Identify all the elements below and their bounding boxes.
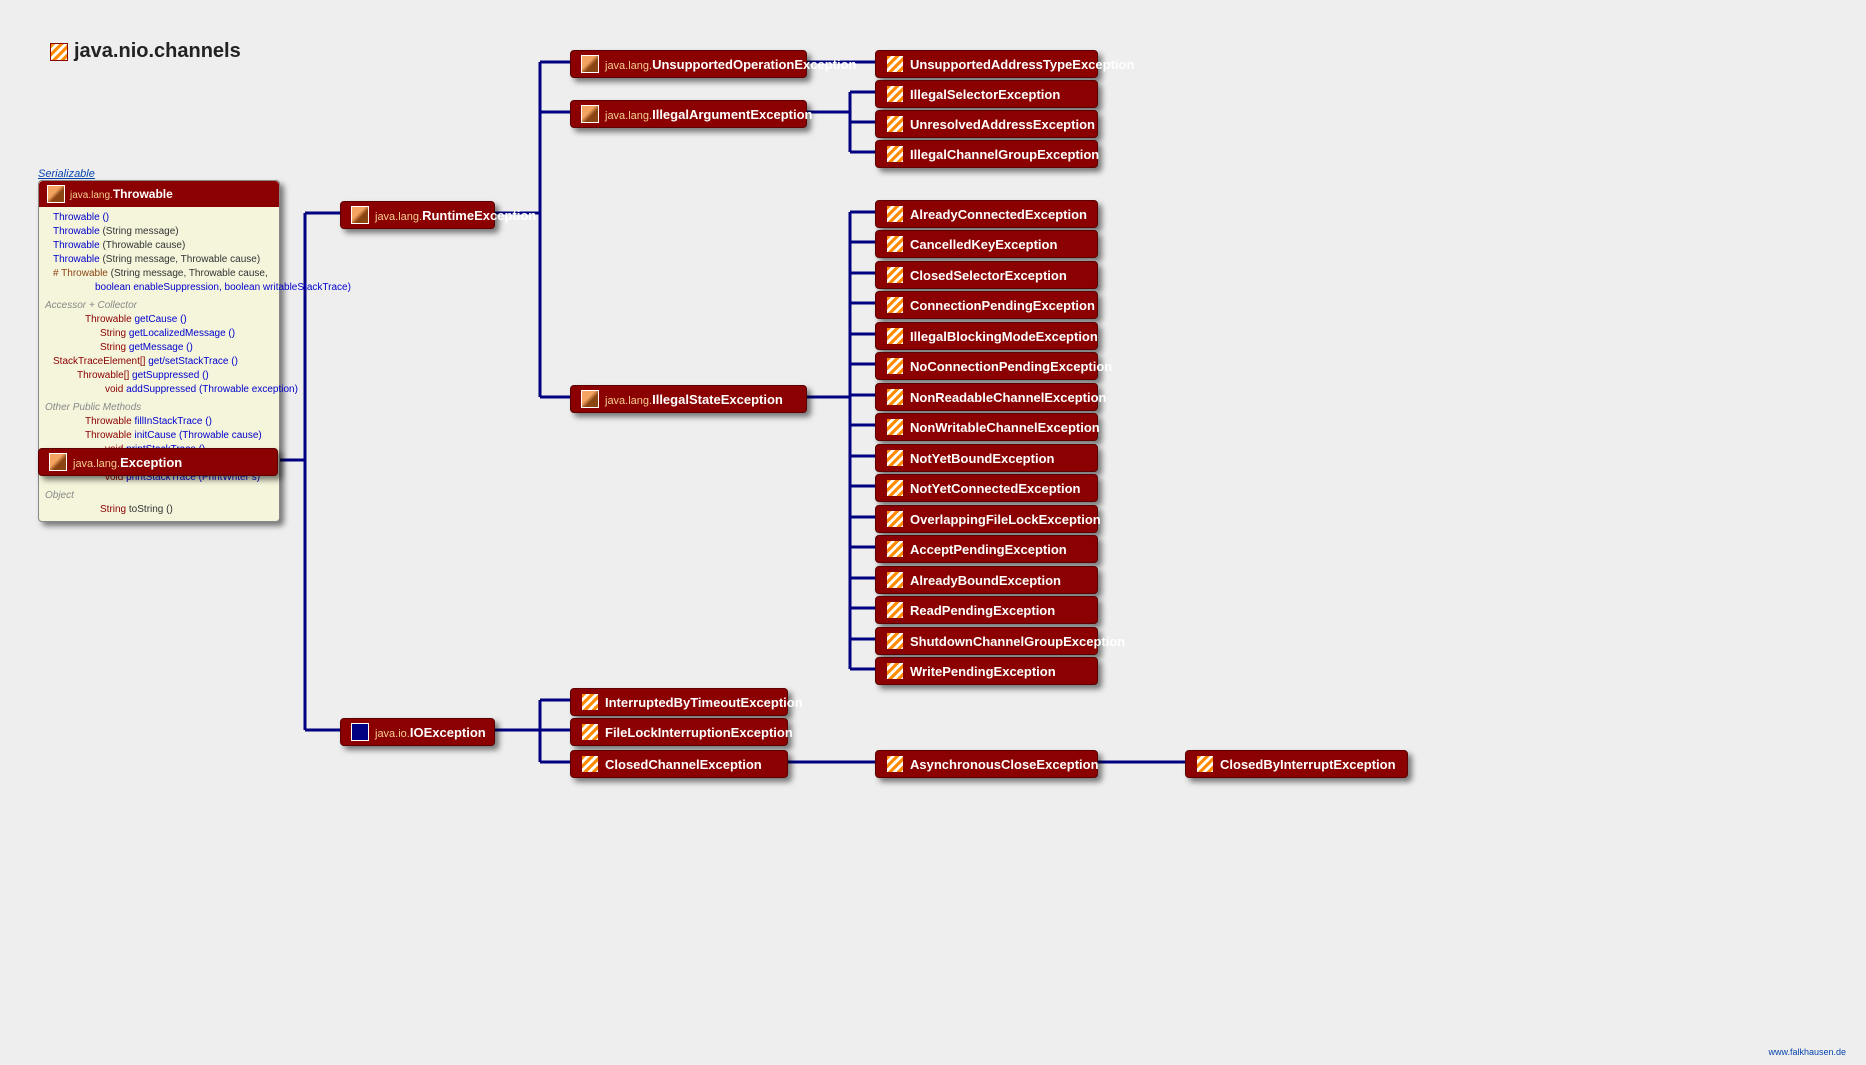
exception-node[interactable]: java.lang.Exception: [38, 448, 278, 476]
closed-channel-exception-node[interactable]: ClosedChannelException: [570, 750, 788, 778]
non-readable-channel-exception-node[interactable]: NonReadableChannelException: [875, 383, 1098, 411]
nio-class-icon: [886, 145, 904, 163]
read-pending-exception-node[interactable]: ReadPendingException: [875, 596, 1098, 624]
unsupported-address-type-exception-node[interactable]: UnsupportedAddressTypeException: [875, 50, 1098, 78]
unsupported-operation-exception-node[interactable]: java.lang.UnsupportedOperationException: [570, 50, 807, 78]
nio-class-icon: [886, 296, 904, 314]
nio-class-icon: [886, 418, 904, 436]
nio-class-icon: [886, 755, 904, 773]
throwable-header: java.lang.Throwable: [39, 181, 279, 207]
connection-pending-exception-node[interactable]: ConnectionPendingException: [875, 291, 1098, 319]
overlapping-file-lock-exception-node[interactable]: OverlappingFileLockException: [875, 505, 1098, 533]
nio-class-icon: [886, 115, 904, 133]
nio-class-icon: [886, 449, 904, 467]
illegal-argument-exception-node[interactable]: java.lang.IllegalArgumentException: [570, 100, 807, 128]
java-class-icon: [581, 55, 599, 73]
nio-class-icon: [886, 632, 904, 650]
nio-class-icon: [886, 85, 904, 103]
java-class-icon: [581, 105, 599, 123]
cancelled-key-exception-node[interactable]: CancelledKeyException: [875, 230, 1098, 258]
java-class-icon: [47, 185, 65, 203]
shutdown-channel-group-exception-node[interactable]: ShutdownChannelGroupException: [875, 627, 1098, 655]
already-connected-exception-node[interactable]: AlreadyConnectedException: [875, 200, 1098, 228]
accept-pending-exception-node[interactable]: AcceptPendingException: [875, 535, 1098, 563]
unresolved-address-exception-node[interactable]: UnresolvedAddressException: [875, 110, 1098, 138]
ioexception-node[interactable]: java.io.IOException: [340, 718, 495, 746]
nio-class-icon: [581, 723, 599, 741]
nio-class-icon: [886, 357, 904, 375]
no-connection-pending-exception-node[interactable]: NoConnectionPendingException: [875, 352, 1098, 380]
already-bound-exception-node[interactable]: AlreadyBoundException: [875, 566, 1098, 594]
asynchronous-close-exception-node[interactable]: AsynchronousCloseException: [875, 750, 1098, 778]
nio-class-icon: [581, 693, 599, 711]
file-lock-interruption-exception-node[interactable]: FileLockInterruptionException: [570, 718, 788, 746]
illegal-selector-exception-node[interactable]: IllegalSelectorException: [875, 80, 1098, 108]
nio-class-icon: [1196, 755, 1214, 773]
illegal-blocking-mode-exception-node[interactable]: IllegalBlockingModeException: [875, 322, 1098, 350]
nio-class-icon: [886, 540, 904, 558]
java-class-icon: [581, 390, 599, 408]
write-pending-exception-node[interactable]: WritePendingException: [875, 657, 1098, 685]
source-link[interactable]: www.falkhausen.de: [1768, 1047, 1846, 1057]
non-writable-channel-exception-node[interactable]: NonWritableChannelException: [875, 413, 1098, 441]
nio-class-icon: [886, 235, 904, 253]
nio-class-icon: [581, 755, 599, 773]
closed-selector-exception-node[interactable]: ClosedSelectorException: [875, 261, 1098, 289]
not-yet-bound-exception-node[interactable]: NotYetBoundException: [875, 444, 1098, 472]
serializable-interface-label[interactable]: Serializable: [38, 168, 95, 180]
not-yet-connected-exception-node[interactable]: NotYetConnectedException: [875, 474, 1098, 502]
illegal-state-exception-node[interactable]: java.lang.IllegalStateException: [570, 385, 807, 413]
nio-class-icon: [886, 388, 904, 406]
title-text: java.nio.channels: [74, 40, 241, 63]
nio-class-icon: [886, 205, 904, 223]
nio-class-icon: [886, 571, 904, 589]
java-class-icon: [351, 206, 369, 224]
io-class-icon: [351, 723, 369, 741]
interrupted-by-timeout-exception-node[interactable]: InterruptedByTimeoutException: [570, 688, 788, 716]
nio-package-icon: [50, 43, 68, 61]
nio-class-icon: [886, 266, 904, 284]
nio-class-icon: [886, 662, 904, 680]
page-title: java.nio.channels: [50, 40, 241, 63]
nio-class-icon: [886, 327, 904, 345]
nio-class-icon: [886, 601, 904, 619]
nio-class-icon: [886, 55, 904, 73]
closed-by-interrupt-exception-node[interactable]: ClosedByInterruptException: [1185, 750, 1408, 778]
nio-class-icon: [886, 479, 904, 497]
java-class-icon: [49, 453, 67, 471]
runtimeexception-node[interactable]: java.lang.RuntimeException: [340, 201, 495, 229]
illegal-channel-group-exception-node[interactable]: IllegalChannelGroupException: [875, 140, 1098, 168]
nio-class-icon: [886, 510, 904, 528]
